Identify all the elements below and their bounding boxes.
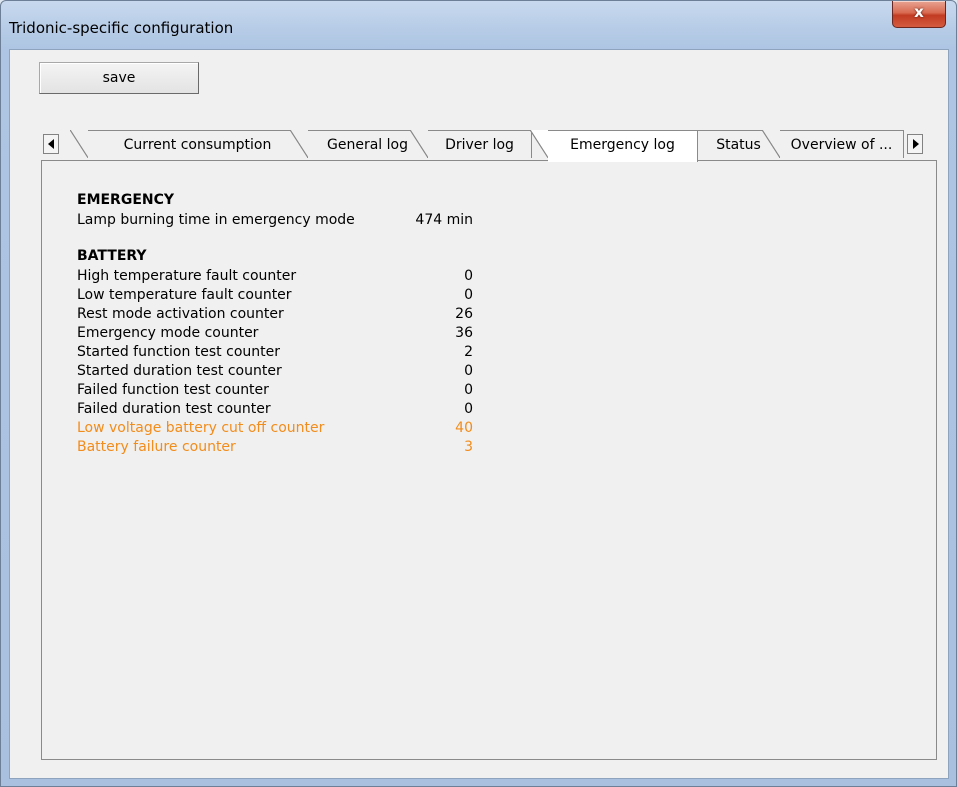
row-value: 0: [464, 287, 473, 303]
row-label: Failed duration test counter: [77, 401, 271, 417]
row-label: Low voltage battery cut off counter: [77, 420, 325, 436]
tab-driver-log[interactable]: Driver log: [410, 130, 532, 158]
row-value: 0: [464, 363, 473, 379]
row-label: Failed function test counter: [77, 382, 269, 398]
battery-row-warning: Low voltage battery cut off counter 40: [77, 419, 473, 438]
battery-row: Low temperature fault counter 0: [77, 286, 473, 305]
row-label: Rest mode activation counter: [77, 306, 284, 322]
battery-section-header: BATTERY: [77, 248, 147, 264]
emergency-log-panel: EMERGENCY Lamp burning time in emergency…: [41, 160, 937, 760]
title-bar[interactable]: Tridonic-specific configuration x: [1, 1, 956, 49]
row-value: 2: [464, 344, 473, 360]
row-label: Started duration test counter: [77, 363, 282, 379]
row-value: 3: [464, 439, 473, 455]
battery-row-warning: Battery failure counter 3: [77, 438, 473, 457]
dialog-window: Tridonic-specific configuration x save C…: [0, 0, 957, 787]
row-label: Low temperature fault counter: [77, 287, 292, 303]
tab-scroll-right-button[interactable]: [907, 134, 923, 154]
dialog-client-area: save Current consumption General log Dri…: [9, 49, 949, 779]
row-value: 0: [464, 382, 473, 398]
battery-row: Started function test counter 2: [77, 343, 473, 362]
row-value: 0: [464, 268, 473, 284]
emergency-row: Lamp burning time in emergency mode 474 …: [77, 211, 473, 230]
window-title: Tridonic-specific configuration: [9, 19, 234, 37]
battery-row: Emergency mode counter 36: [77, 324, 473, 343]
row-value: 36: [455, 325, 473, 341]
row-label: Battery failure counter: [77, 439, 236, 455]
triangle-left-icon: [48, 139, 54, 149]
tab-current-consumption[interactable]: Current consumption: [70, 130, 308, 158]
row-value: 40: [455, 420, 473, 436]
battery-row: Rest mode activation counter 26: [77, 305, 473, 324]
row-label: Lamp burning time in emergency mode: [77, 212, 355, 228]
tab-strip: Current consumption General log Driver l…: [70, 130, 906, 162]
row-label: Emergency mode counter: [77, 325, 259, 341]
tab-scroll-left-button[interactable]: [43, 134, 59, 154]
tab-overview[interactable]: Overview of ...: [762, 130, 904, 158]
battery-row: Failed function test counter 0: [77, 381, 473, 400]
row-label: Started function test counter: [77, 344, 280, 360]
close-button[interactable]: x: [892, 1, 946, 28]
row-label: High temperature fault counter: [77, 268, 297, 284]
tab-emergency-log[interactable]: Emergency log: [530, 130, 698, 162]
row-value: 26: [455, 306, 473, 322]
row-value: 474 min: [415, 212, 473, 228]
battery-row: High temperature fault counter 0: [77, 267, 473, 286]
battery-row: Failed duration test counter 0: [77, 400, 473, 419]
emergency-section-header: EMERGENCY: [77, 192, 175, 208]
close-icon: x: [914, 3, 924, 21]
row-value: 0: [464, 401, 473, 417]
battery-row: Started duration test counter 0: [77, 362, 473, 381]
triangle-right-icon: [913, 139, 919, 149]
save-button[interactable]: save: [39, 62, 199, 94]
